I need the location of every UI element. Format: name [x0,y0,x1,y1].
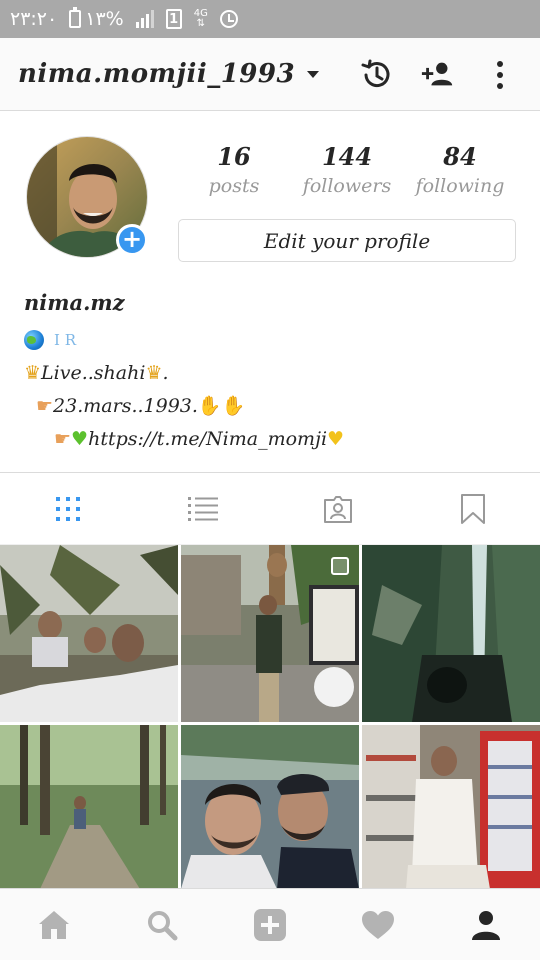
home-icon [39,910,69,939]
post-thumbnail[interactable] [362,725,540,888]
stat-following[interactable]: 84 following [404,142,516,197]
bio-line-1-text: I R [54,330,76,349]
profile-top-bar: nima.momjii_1993 [0,38,540,111]
profile-icon [472,910,500,940]
waving-hand-icon: ✋✋ [197,395,246,417]
pointing-hand-icon: ☛ [54,427,72,450]
heart-icon [362,910,394,939]
bottom-navigation [0,888,540,960]
profile-tabs [0,473,540,545]
bio-line-2: ♛ Live..shahi ♛. [24,361,169,384]
post-thumbnail[interactable] [181,725,359,888]
chevron-down-icon[interactable] [307,70,320,78]
status-bar: ۲۳:۲۰ ۱۳% 1 4G ⇅ [0,0,540,38]
nav-home[interactable] [0,889,108,960]
grid-icon [55,496,80,521]
stat-posts[interactable]: 16 posts [178,142,290,197]
post-thumbnail[interactable] [0,545,178,722]
add-post-icon [254,908,286,941]
search-icon [148,910,178,940]
photo-grid [0,545,540,888]
bio-link[interactable]: https://t.me/Nima_momji [88,428,327,450]
network-indicator: 4G ⇅ [193,8,208,29]
crown-icon: ♛ [24,361,42,384]
tab-saved[interactable] [405,473,540,544]
stat-following-count: 84 [443,142,477,171]
more-options-icon[interactable] [482,57,518,93]
tab-list-view[interactable] [135,473,270,544]
yellow-heart-icon: ♥ [327,427,345,450]
add-story-icon[interactable]: + [116,224,148,256]
stat-following-label: following [415,175,505,197]
crown-icon: ♛ [145,361,163,384]
account-switcher-username[interactable]: nima.momjii_1993 [18,59,295,89]
bio-line-4: ☛ ♥ https://t.me/Nima_momji ♥ [24,422,524,455]
profile-avatar-wrapper[interactable]: + [26,136,148,258]
profile-bio: nima.mz I R ♛ Live..shahi ♛. ☛ 23.mars..… [24,290,524,455]
stat-followers-label: followers [302,175,392,197]
signal-icon [135,10,154,28]
post-thumbnail[interactable] [362,545,540,722]
post-thumbnail[interactable] [0,725,178,888]
sim-indicator: 1 [165,9,182,29]
alarm-icon [219,10,238,28]
stat-followers[interactable]: 144 followers [291,142,403,197]
signal-indicator [135,10,154,28]
nav-profile[interactable] [432,889,540,960]
bio-line-1: I R [24,323,524,356]
stat-posts-count: 16 [217,142,251,171]
stat-followers-count: 144 [321,142,373,171]
tab-grid-view[interactable] [0,473,135,544]
bio-line-2-text: Live..shahi [41,361,146,384]
profile-stats: 16 posts 144 followers 84 following [178,142,516,197]
battery-percent: ۱۳% [85,8,124,30]
display-name: nima.mz [24,290,125,315]
bio-line-3: ☛ 23.mars..1993. ✋✋ [24,389,524,422]
stat-posts-label: posts [208,175,260,197]
top-bar-actions [358,38,518,111]
green-heart-icon: ♥ [71,427,89,450]
status-time: ۲۳:۲۰ [10,8,58,30]
add-person-icon[interactable] [420,57,456,93]
alarm-indicator [219,10,238,28]
bookmark-icon [460,493,485,524]
globe-icon [24,329,44,350]
list-icon [187,496,218,521]
tab-tagged[interactable] [270,473,405,544]
battery-indicator: ۱۳% [69,7,124,30]
pointing-hand-icon: ☛ [36,394,54,417]
nav-activity[interactable] [324,889,432,960]
battery-icon [69,7,82,28]
history-icon[interactable] [358,57,394,93]
multiple-photos-icon [331,557,349,575]
post-thumbnail[interactable] [181,545,359,722]
nav-search[interactable] [108,889,216,960]
sim-icon: 1 [165,9,182,29]
bio-line-3-text: 23.mars..1993. [53,394,198,417]
edit-profile-button[interactable]: Edit your profile [178,219,516,262]
tagged-person-icon [323,495,352,523]
nav-new-post[interactable] [216,889,324,960]
